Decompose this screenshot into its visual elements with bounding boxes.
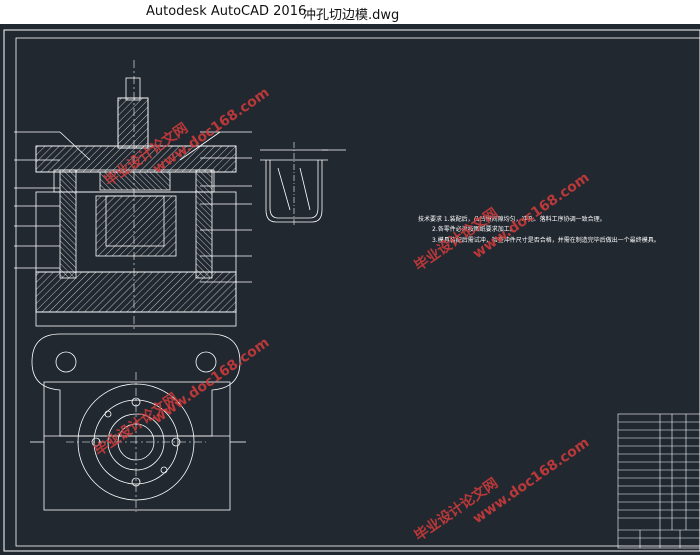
drawing-canvas[interactable]: 技术要求 1.装配后，凸凹模间隙均匀，冲孔、落料工序协调一致合理。 2.各零件必… — [0, 24, 700, 555]
app-title: Autodesk AutoCAD 2016 — [146, 4, 307, 19]
part-detail — [260, 142, 346, 226]
title-block — [617, 413, 700, 549]
cad-drawing — [3, 29, 700, 552]
file-title: 冲孔切边模.dwg — [303, 8, 400, 23]
title-bar: Autodesk AutoCAD 2016 冲孔切边模.dwg — [0, 0, 700, 24]
section-view — [14, 60, 252, 330]
